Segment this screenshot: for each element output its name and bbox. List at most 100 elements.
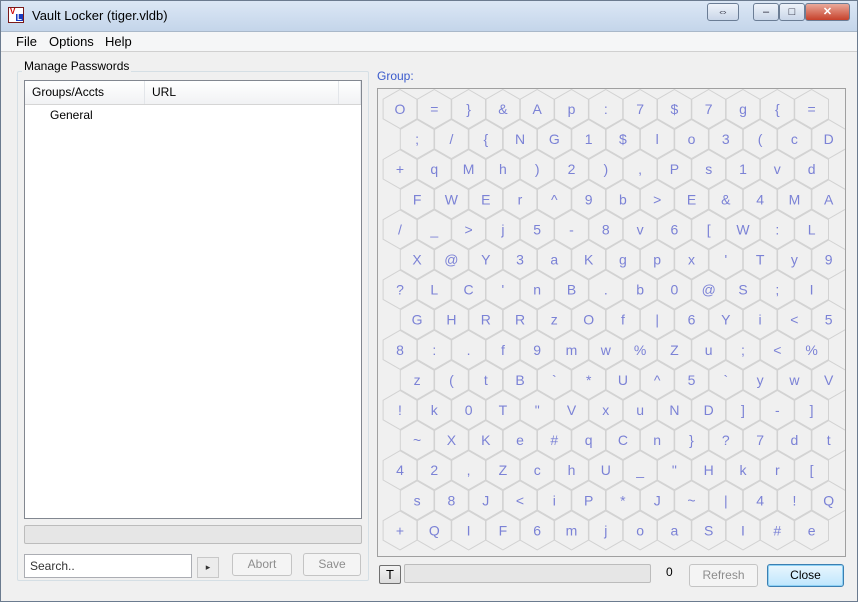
group-title: Group: (377, 69, 414, 83)
hex-char: 1 (739, 161, 747, 177)
hex-char: C (464, 282, 474, 298)
hex-char: . (467, 342, 471, 358)
refresh-button[interactable]: Refresh (689, 564, 758, 587)
hex-char: | (655, 312, 659, 328)
hex-char: 9 (533, 342, 541, 358)
hex-char: s (705, 161, 712, 177)
hex-char: ^ (551, 191, 558, 207)
hex-char: r (775, 462, 780, 478)
hex-char: y (791, 252, 798, 268)
menu-options[interactable]: Options (49, 34, 94, 49)
hex-char: } (689, 432, 694, 448)
hex-char: P (584, 492, 593, 508)
hex-char: i (759, 312, 762, 328)
hex-char: 5 (533, 221, 541, 237)
hex-char: B (567, 282, 576, 298)
hex-char: F (499, 522, 508, 538)
hex-char: % (634, 342, 646, 358)
t-button[interactable]: T (379, 565, 401, 584)
hex-char: b (636, 282, 644, 298)
close-button[interactable]: Close (767, 564, 844, 587)
hex-char: P (670, 161, 679, 177)
hex-char: 7 (756, 432, 764, 448)
hex-char: m (566, 342, 578, 358)
hex-char: _ (429, 221, 438, 237)
search-arrow-button[interactable]: ▸ (197, 557, 219, 578)
hex-char: z (414, 372, 421, 388)
hex-char: < (773, 342, 781, 358)
hex-char: a (671, 522, 679, 538)
vl-app-icon: V L (8, 7, 24, 23)
abort-button[interactable]: Abort (232, 553, 292, 576)
manage-passwords-label: Manage Passwords (22, 59, 132, 73)
maximize-button[interactable]: □ (779, 3, 805, 21)
save-button[interactable]: Save (303, 553, 361, 576)
hex-char: X (412, 252, 422, 268)
hex-char: ~ (687, 492, 695, 508)
hex-char: C (618, 432, 628, 448)
hex-char: S (738, 282, 747, 298)
hex-char: R (481, 312, 491, 328)
tree-item-general[interactable]: General (50, 108, 93, 122)
hex-char: } (466, 101, 471, 117)
hex-char: 6 (533, 522, 541, 538)
hex-char: ; (775, 282, 779, 298)
hex-char: 8 (602, 221, 610, 237)
hex-char: # (773, 522, 781, 538)
hex-char: Z (499, 462, 508, 478)
hex-char: J (482, 492, 489, 508)
hex-char: d (791, 432, 799, 448)
hex-char: 2 (430, 462, 438, 478)
hex-char: W (736, 221, 750, 237)
hex-char: O (583, 312, 594, 328)
hex-char: i (553, 492, 556, 508)
menu-help[interactable]: Help (105, 34, 132, 49)
hex-char: m (566, 522, 578, 538)
minimize-button[interactable]: – (753, 3, 779, 21)
hex-char: " (672, 462, 677, 478)
hex-char: Z (670, 342, 679, 358)
column-groups-accts[interactable]: Groups/Accts (25, 81, 145, 104)
hex-char: + (396, 161, 404, 177)
search-input[interactable] (24, 554, 192, 578)
hex-char: ( (449, 372, 454, 388)
column-url[interactable]: URL (145, 81, 339, 104)
hex-char: ) (603, 161, 608, 177)
accounts-tree[interactable]: Groups/Accts URL General (24, 80, 362, 519)
hex-char: : (604, 101, 608, 117)
close-window-button[interactable]: ✕ (805, 3, 850, 21)
menu-divider (1, 51, 857, 52)
hex-char: n (653, 432, 661, 448)
hex-char: 0 (465, 402, 473, 418)
right-progress-bar (404, 564, 651, 583)
hex-char: 3 (722, 131, 730, 147)
hex-char: - (775, 402, 780, 418)
restore-arrows-icon[interactable]: ⇔ (707, 3, 739, 21)
title-bar[interactable]: V L Vault Locker (tiger.vldb) ⇔ – □ ✕ (1, 1, 857, 32)
hex-char: A (824, 191, 834, 207)
hex-char: $ (619, 131, 627, 147)
hex-char: g (619, 252, 627, 268)
hex-char: * (620, 492, 626, 508)
hex-char: 1 (585, 131, 593, 147)
hex-char: j (500, 221, 504, 237)
hex-char: & (498, 101, 508, 117)
hex-char: V (824, 372, 834, 388)
hex-char: U (618, 372, 628, 388)
hex-char: @ (702, 282, 716, 298)
hex-char: w (600, 342, 612, 358)
hex-char: N (669, 402, 679, 418)
hex-char: t (827, 432, 831, 448)
hex-char: ] (741, 402, 745, 418)
window-title: Vault Locker (tiger.vldb) (32, 8, 168, 23)
hex-char: U (601, 462, 611, 478)
menu-file[interactable]: File (16, 34, 37, 49)
hex-char: > (653, 191, 661, 207)
hex-char: R (515, 312, 525, 328)
hex-char: K (481, 432, 491, 448)
hex-char: 6 (688, 312, 696, 328)
hex-char: D (824, 131, 834, 147)
hex-char: V (567, 402, 577, 418)
hex-password-grid[interactable]: O =} & Ap: 7 $7 g {=; / {N G 1 $ l o 3 (c D + q Mh) 2), Ps 1 v d F… (377, 88, 846, 557)
hex-char: I (741, 522, 745, 538)
